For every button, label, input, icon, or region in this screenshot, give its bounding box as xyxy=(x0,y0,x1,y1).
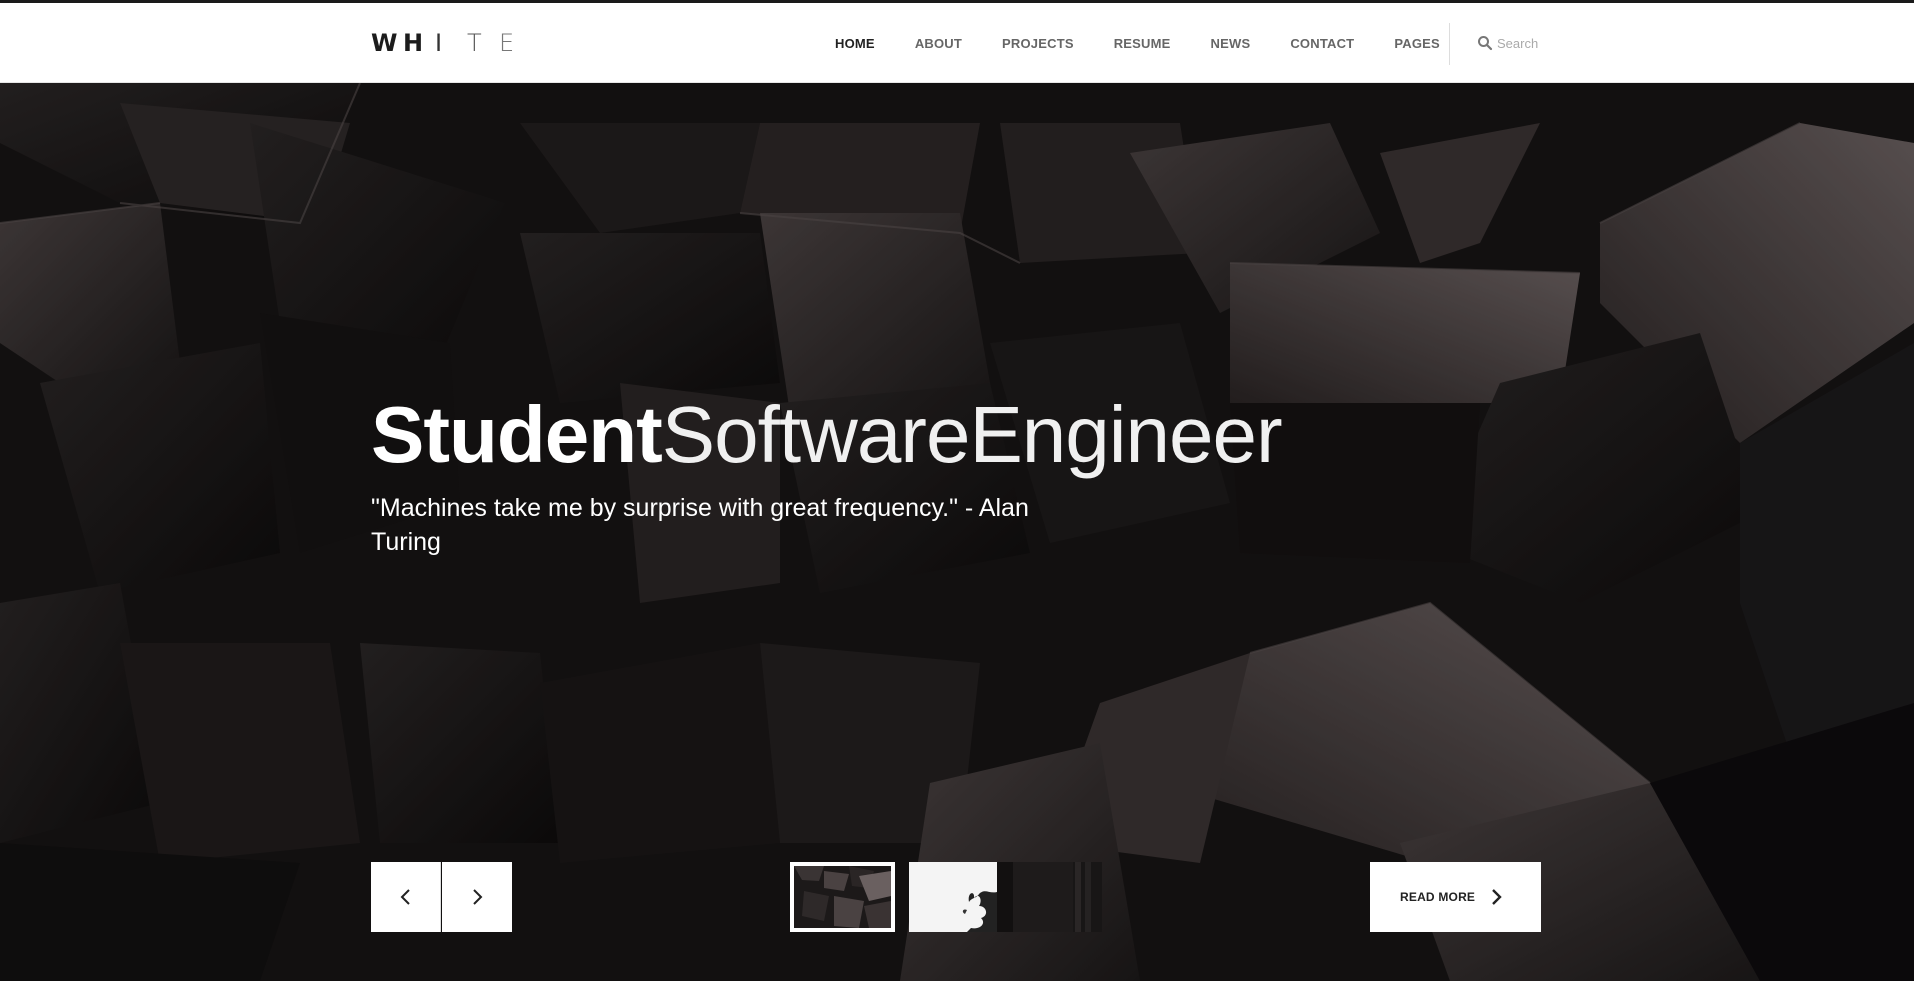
main-nav: HOME ABOUT PROJECTS RESUME NEWS CONTACT … xyxy=(835,3,1480,83)
hero-title: StudentSoftwareEngineer xyxy=(371,395,1283,475)
read-more-label: READ MORE xyxy=(1400,890,1476,904)
thumbnail-image-dark-geometric xyxy=(794,866,891,928)
hero-quote: "Machines take me by surprise with great… xyxy=(371,494,1029,556)
logo-letter: E xyxy=(499,29,515,57)
logo-letter: H xyxy=(403,29,424,57)
logo-letter: W xyxy=(371,29,398,57)
chevron-left-icon xyxy=(400,889,410,905)
hero-slider: StudentSoftwareEngineer "Machines take m… xyxy=(0,83,1914,981)
nav-item-home[interactable]: HOME xyxy=(835,36,875,51)
nav-item-contact[interactable]: CONTACT xyxy=(1290,36,1354,51)
chevron-right-icon xyxy=(473,889,483,905)
thumbnail-image-dark-panel xyxy=(997,862,1102,932)
site-logo[interactable]: W H I T E xyxy=(371,29,531,57)
site-header: W H I T E HOME ABOUT PROJECTS RESUME NEW… xyxy=(0,3,1914,83)
nav-item-news[interactable]: NEWS xyxy=(1211,36,1251,51)
hero-title-bold: Student xyxy=(371,390,663,479)
nav-item-resume[interactable]: RESUME xyxy=(1114,36,1171,51)
slider-prev-button[interactable] xyxy=(371,862,441,932)
logo-letter: I xyxy=(435,29,443,57)
nav-divider xyxy=(1449,23,1450,65)
slider-thumbnail[interactable] xyxy=(997,862,1102,932)
slider-thumbnail[interactable] xyxy=(790,862,895,932)
nav-item-pages[interactable]: PAGES xyxy=(1394,36,1440,51)
nav-item-about[interactable]: ABOUT xyxy=(915,36,962,51)
thumbnail-image-white-splash xyxy=(909,862,997,932)
read-more-button[interactable]: READ MORE xyxy=(1370,862,1541,932)
slider-next-button[interactable] xyxy=(442,862,512,932)
search-icon[interactable] xyxy=(1477,35,1493,51)
slider-thumbnails xyxy=(790,862,1116,932)
search-box[interactable] xyxy=(1477,31,1617,55)
hero-title-light: SoftwareEngineer xyxy=(661,390,1283,479)
search-input[interactable] xyxy=(1497,35,1617,51)
logo-letter: T xyxy=(467,29,482,57)
nav-item-projects[interactable]: PROJECTS xyxy=(1002,36,1074,51)
slider-thumbnail[interactable] xyxy=(909,862,997,932)
chevron-right-icon xyxy=(1492,889,1502,905)
